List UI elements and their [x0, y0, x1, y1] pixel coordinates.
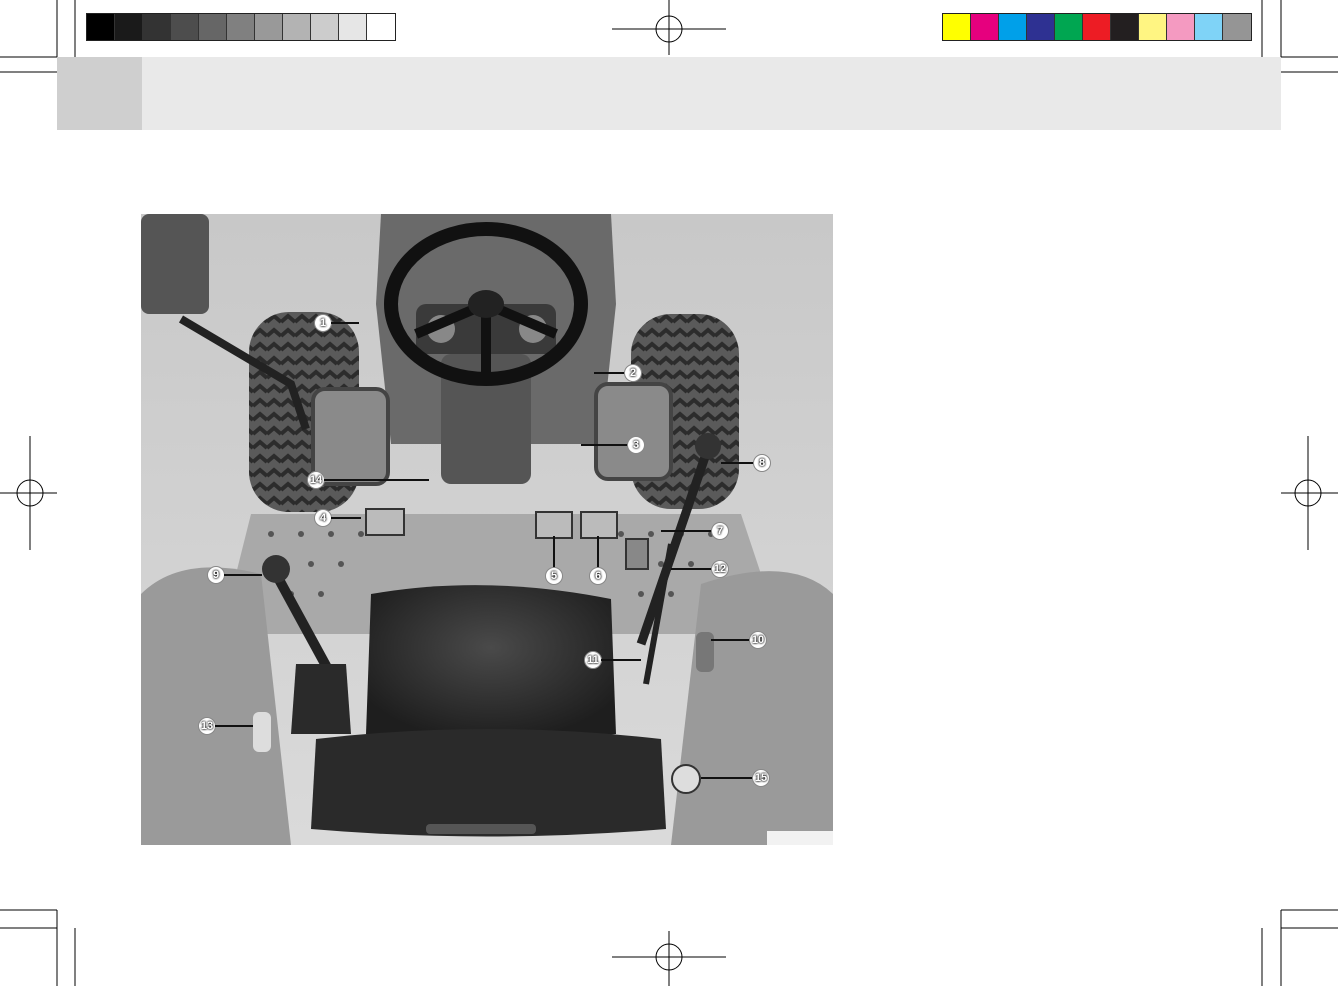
callout-11: 11 [584, 651, 602, 669]
callout-6-leader [597, 536, 599, 567]
callout-4-leader [331, 517, 361, 519]
callout-8-leader [721, 462, 753, 464]
gray-swatch [171, 14, 199, 40]
process-color-swatch [943, 14, 971, 40]
gray-swatch [339, 14, 367, 40]
callout-15-leader [701, 777, 752, 779]
process-color-strip [942, 13, 1252, 41]
callout-8: 8 [753, 454, 771, 472]
process-color-swatch [1167, 14, 1195, 40]
tractor-illustration [141, 214, 833, 845]
callout-3-leader [581, 444, 627, 446]
callout-2: 2 [624, 364, 642, 382]
gray-density-strip [86, 13, 396, 41]
callout-1: 1 [314, 314, 332, 332]
seat-cushion [311, 729, 666, 837]
process-color-swatch [1195, 14, 1223, 40]
callout-2-leader [594, 372, 624, 374]
process-color-swatch [1111, 14, 1139, 40]
callout-9: 9 [207, 566, 225, 584]
gray-swatch [227, 14, 255, 40]
process-color-swatch [1055, 14, 1083, 40]
process-color-swatch [971, 14, 999, 40]
tractor-controls-photo: 1 2 3 4 5 6 7 8 9 10 11 12 13 14 15 [141, 214, 833, 845]
callout-4: 4 [314, 509, 332, 527]
callout-6: 6 [589, 567, 607, 585]
callout-13: 13 [198, 717, 216, 735]
brake-pedal-left [535, 511, 573, 539]
gray-swatch [115, 14, 143, 40]
callout-1-leader [331, 322, 359, 324]
left-pedal [365, 508, 405, 536]
callout-9-leader [224, 574, 262, 576]
gray-swatch [199, 14, 227, 40]
callout-5-leader [553, 536, 555, 567]
header-tab [57, 57, 142, 130]
gray-swatch [87, 14, 115, 40]
gray-swatch [367, 14, 395, 40]
callout-10-leader [711, 639, 749, 641]
gray-swatch [255, 14, 283, 40]
callout-3: 3 [627, 436, 645, 454]
callout-7-leader [661, 530, 711, 532]
callout-11-leader [601, 659, 641, 661]
mirror [141, 214, 209, 314]
callout-15: 15 [752, 769, 770, 787]
callout-12: 12 [711, 560, 729, 578]
seat-back [366, 585, 616, 742]
gray-swatch [143, 14, 171, 40]
process-color-swatch [1139, 14, 1167, 40]
photo-tag [767, 831, 833, 845]
brake-pedal-right [580, 511, 618, 539]
header-band [57, 57, 1281, 130]
process-color-swatch [1083, 14, 1111, 40]
callout-14: 14 [307, 471, 325, 489]
callout-13-leader [215, 725, 253, 727]
accelerator-pedal [625, 538, 649, 570]
callout-14-leader [324, 479, 429, 481]
left-lever-boot [291, 664, 351, 734]
process-color-swatch [1223, 14, 1251, 40]
callout-12-leader [671, 568, 711, 570]
gray-swatch [311, 14, 339, 40]
callout-7: 7 [711, 522, 729, 540]
process-color-swatch [999, 14, 1027, 40]
callout-10: 10 [749, 631, 767, 649]
gray-swatch [283, 14, 311, 40]
process-color-swatch [1027, 14, 1055, 40]
callout-5: 5 [545, 567, 563, 585]
